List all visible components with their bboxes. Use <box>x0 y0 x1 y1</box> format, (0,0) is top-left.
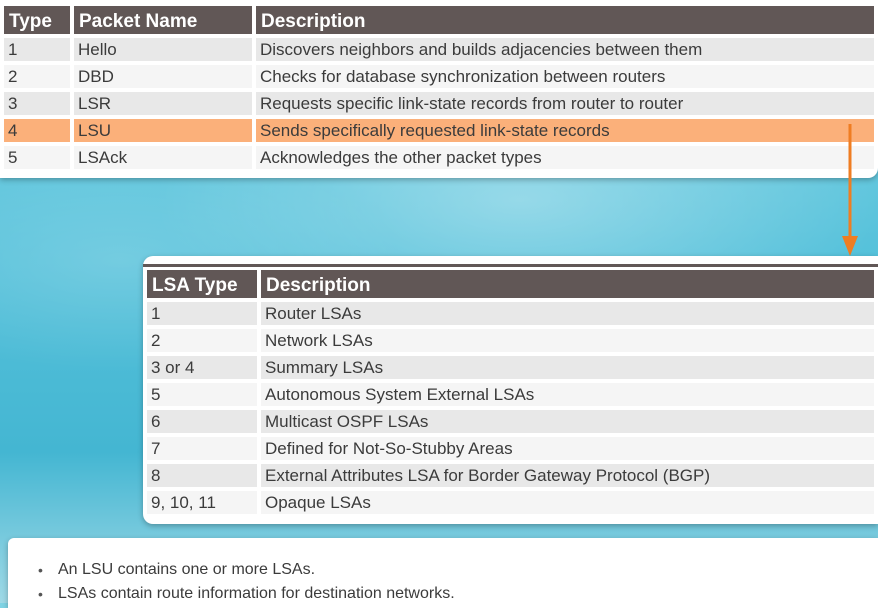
ospf-packet-types-table: Type Packet Name Description 1 Hello Dis… <box>0 2 878 173</box>
cell-packet-name: DBD <box>74 65 252 88</box>
table-row: 6 Multicast OSPF LSAs <box>147 410 874 433</box>
table-row: 3 LSR Requests specific link-state recor… <box>4 92 874 115</box>
lsa-types-panel: LSA Type Description 1 Router LSAs 2 Net… <box>143 256 878 524</box>
cell-description: Defined for Not-So-Stubby Areas <box>261 437 874 460</box>
cell-packet-name: LSR <box>74 92 252 115</box>
table-row: 5 Autonomous System External LSAs <box>147 383 874 406</box>
lsa-types-table: LSA Type Description 1 Router LSAs 2 Net… <box>143 266 878 518</box>
cell-description: Multicast OSPF LSAs <box>261 410 874 433</box>
cell-lsa-type: 1 <box>147 302 257 325</box>
notes-panel: An LSU contains one or more LSAs. LSAs c… <box>8 538 878 608</box>
cell-description: External Attributes LSA for Border Gatew… <box>261 464 874 487</box>
cell-type: 5 <box>4 146 70 169</box>
cell-description: Summary LSAs <box>261 356 874 379</box>
cell-lsa-type: 8 <box>147 464 257 487</box>
table-row: 9, 10, 11 Opaque LSAs <box>147 491 874 514</box>
table-row: 5 LSAck Acknowledges the other packet ty… <box>4 146 874 169</box>
cell-type: 4 <box>4 119 70 142</box>
table-row: 3 or 4 Summary LSAs <box>147 356 874 379</box>
cell-description: Sends specifically requested link-state … <box>256 119 874 142</box>
table-row: 1 Hello Discovers neighbors and builds a… <box>4 38 874 61</box>
cell-description: Requests specific link-state records fro… <box>256 92 874 115</box>
cell-lsa-type: 9, 10, 11 <box>147 491 257 514</box>
cell-description: Checks for database synchronization betw… <box>256 65 874 88</box>
table-row-highlighted: 4 LSU Sends specifically requested link-… <box>4 119 874 142</box>
column-header-description: Description <box>256 6 874 34</box>
cell-lsa-type: 2 <box>147 329 257 352</box>
table-header-row: LSA Type Description <box>147 270 874 298</box>
table-header-row: Type Packet Name Description <box>4 6 874 34</box>
cell-packet-name: LSAck <box>74 146 252 169</box>
cell-description: Router LSAs <box>261 302 874 325</box>
cell-description: Opaque LSAs <box>261 491 874 514</box>
cell-description: Acknowledges the other packet types <box>256 146 874 169</box>
cell-lsa-type: 3 or 4 <box>147 356 257 379</box>
notes-list: An LSU contains one or more LSAs. LSAs c… <box>38 558 455 606</box>
table-row: 2 Network LSAs <box>147 329 874 352</box>
cell-description: Network LSAs <box>261 329 874 352</box>
table-row: 7 Defined for Not-So-Stubby Areas <box>147 437 874 460</box>
column-header-packet-name: Packet Name <box>74 6 252 34</box>
list-item: LSAs contain route information for desti… <box>38 582 455 606</box>
cell-type: 3 <box>4 92 70 115</box>
down-arrow-icon <box>842 124 858 256</box>
cell-type: 2 <box>4 65 70 88</box>
column-header-description: Description <box>261 270 874 298</box>
list-item: An LSU contains one or more LSAs. <box>38 558 455 582</box>
ospf-packet-types-panel: Type Packet Name Description 1 Hello Dis… <box>0 0 878 178</box>
cell-lsa-type: 5 <box>147 383 257 406</box>
cell-packet-name: LSU <box>74 119 252 142</box>
table-row: 1 Router LSAs <box>147 302 874 325</box>
cell-lsa-type: 7 <box>147 437 257 460</box>
column-header-type: Type <box>4 6 70 34</box>
cell-description: Autonomous System External LSAs <box>261 383 874 406</box>
cell-packet-name: Hello <box>74 38 252 61</box>
cell-description: Discovers neighbors and builds adjacenci… <box>256 38 874 61</box>
cell-lsa-type: 6 <box>147 410 257 433</box>
cell-type: 1 <box>4 38 70 61</box>
table-row: 2 DBD Checks for database synchronizatio… <box>4 65 874 88</box>
table-row: 8 External Attributes LSA for Border Gat… <box>147 464 874 487</box>
column-header-lsa-type: LSA Type <box>147 270 257 298</box>
